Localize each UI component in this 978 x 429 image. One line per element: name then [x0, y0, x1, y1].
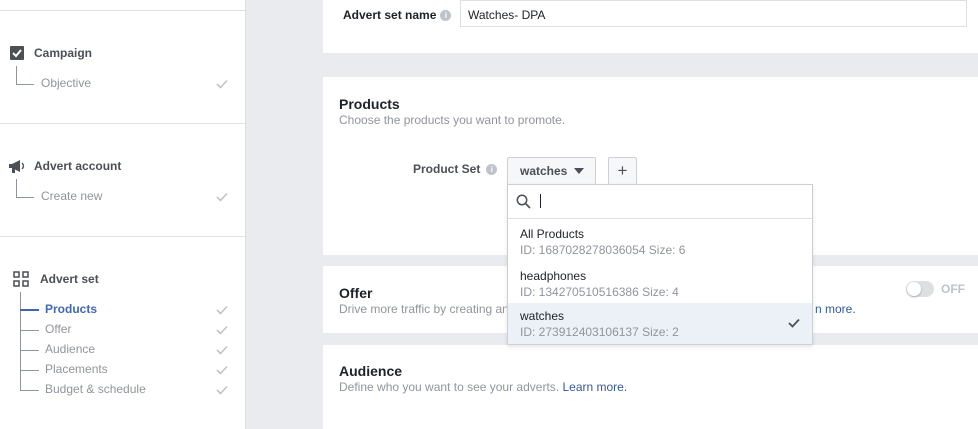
advert-set-name-label: Advert set name	[343, 8, 437, 22]
sidebar-item-objective[interactable]: Objective	[0, 74, 245, 94]
audience-learn-more-link[interactable]: Learn more.	[562, 380, 627, 394]
dropdown-search-input[interactable]	[538, 191, 798, 211]
sidebar-section-advert-account[interactable]: Advert account	[8, 157, 121, 175]
product-set-label: Product Set	[413, 162, 481, 176]
audience-title: Audience	[339, 363, 403, 379]
tree-branch	[16, 84, 34, 85]
sidebar-item-label: Create new	[41, 189, 103, 203]
sidebar-section-title: Campaign	[34, 46, 93, 60]
sidebar-item-offer[interactable]: Offer	[0, 320, 245, 340]
tree-branch	[20, 309, 39, 311]
info-icon[interactable]: i	[486, 164, 498, 176]
tree-branch	[20, 390, 39, 391]
tree-branch	[16, 197, 34, 198]
toggle-knob	[907, 282, 921, 296]
sidebar-divider	[0, 10, 245, 11]
grid-icon	[12, 270, 30, 288]
megaphone-icon	[8, 157, 26, 175]
products-subtitle: Choose the products you want to promote.	[339, 113, 566, 127]
caret-down-icon	[574, 168, 585, 174]
product-set-selected: watches	[520, 164, 568, 178]
sidebar-item-create-new[interactable]: Create new	[0, 187, 245, 207]
info-icon[interactable]: i	[440, 10, 452, 22]
audience-subtitle-wrap: Define who you want to see your adverts.…	[339, 380, 627, 394]
option-name: All Products	[520, 227, 585, 241]
sidebar-item-label: Offer	[45, 322, 72, 336]
sidebar-item-label: Products	[45, 302, 98, 316]
check-icon	[216, 365, 228, 375]
offer-toggle[interactable]	[906, 281, 934, 297]
dropdown-option-headphones[interactable]: headphones ID: 134270510516386 Size: 4	[508, 263, 812, 303]
sidebar-item-audience[interactable]: Audience	[0, 340, 245, 360]
sidebar-item-budget-schedule[interactable]: Budget & schedule	[0, 380, 245, 400]
sidebar: Campaign Objective Advert account Create…	[0, 0, 246, 429]
sidebar-item-label: Budget & schedule	[45, 382, 146, 396]
search-icon	[516, 194, 531, 214]
sidebar-section-advert-set[interactable]: Advert set	[12, 270, 99, 288]
audience-subtitle: Define who you want to see your adverts.	[339, 380, 560, 394]
dropdown-option-watches[interactable]: watches ID: 273912403106137 Size: 2	[508, 303, 812, 344]
option-name: watches	[520, 309, 565, 323]
offer-learn-more-link[interactable]: n more.	[815, 302, 856, 316]
product-set-dropdown: All Products ID: 1687028278036054 Size: …	[507, 184, 813, 345]
advert-set-name-input[interactable]: Watches- DPA	[460, 0, 967, 27]
plus-icon: +	[617, 161, 628, 180]
checkbox-icon	[8, 44, 26, 62]
add-product-set-button[interactable]: +	[608, 157, 637, 185]
option-meta: ID: 134270510516386 Size: 4	[520, 285, 679, 299]
sidebar-item-label: Placements	[45, 362, 108, 376]
tree-branch	[20, 370, 39, 371]
selected-check-icon	[788, 318, 800, 328]
offer-toggle-label: OFF	[941, 282, 965, 296]
product-set-dropdown-button[interactable]: watches	[507, 157, 596, 185]
check-icon	[216, 345, 228, 355]
sidebar-section-title: Advert set	[40, 272, 99, 286]
dropdown-search[interactable]	[508, 185, 812, 219]
sidebar-item-label: Audience	[45, 342, 96, 356]
check-icon	[216, 192, 228, 202]
text-caret	[540, 194, 541, 208]
sidebar-section-title: Advert account	[34, 159, 122, 173]
sidebar-divider	[0, 236, 245, 237]
tree-branch	[20, 330, 39, 331]
check-icon	[216, 79, 228, 89]
offer-title: Offer	[339, 285, 373, 301]
option-meta: ID: 1687028278036054 Size: 6	[520, 243, 686, 257]
offer-subtitle: Drive more traffic by creating an	[339, 302, 509, 316]
sidebar-section-campaign[interactable]: Campaign	[8, 44, 92, 62]
check-icon	[216, 325, 228, 335]
option-name: headphones	[520, 269, 587, 283]
dropdown-option-all-products[interactable]: All Products ID: 1687028278036054 Size: …	[508, 221, 812, 261]
audience-card: Audience Define who you want to see your…	[323, 345, 978, 429]
advert-set-name-value: Watches- DPA	[468, 8, 546, 22]
product-set-label-wrap: Product Set i	[413, 162, 498, 176]
sidebar-item-label: Objective	[41, 76, 92, 90]
option-meta: ID: 273912403106137 Size: 2	[520, 325, 679, 339]
sidebar-divider	[0, 123, 245, 124]
tree-branch	[20, 350, 39, 351]
sidebar-item-placements[interactable]: Placements	[0, 360, 245, 380]
advert-set-name-card: Advert set name i Watches- DPA	[323, 0, 978, 53]
check-icon	[216, 385, 228, 395]
sidebar-item-products[interactable]: Products	[0, 300, 245, 320]
advert-set-name-label-wrap: Advert set name i	[343, 8, 452, 22]
check-icon	[216, 305, 228, 315]
products-title: Products	[339, 96, 400, 112]
